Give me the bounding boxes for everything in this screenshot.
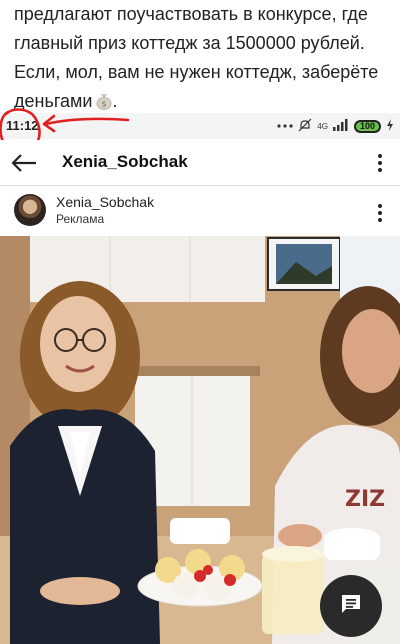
app-header: Xenia_Sobchak xyxy=(0,140,400,186)
status-time: 11:12 xyxy=(6,118,39,133)
post-header: Xenia_Sobchak Реклама xyxy=(0,187,400,235)
chat-icon xyxy=(339,592,363,621)
arrow-left-icon[interactable] xyxy=(10,152,38,174)
dots-icon xyxy=(277,120,293,132)
sponsored-label: Реклама xyxy=(56,212,105,226)
network-label: 4G xyxy=(317,121,328,131)
post-username[interactable]: Xenia_Sobchak xyxy=(56,194,154,210)
more-vert-icon[interactable] xyxy=(372,200,388,226)
caption-line: деньгами $. xyxy=(14,90,118,111)
caption-line: главный приз коттедж за 1500000 рублей. xyxy=(14,33,365,53)
signal-icon xyxy=(332,118,349,134)
mute-icon xyxy=(298,118,312,135)
status-icons: 4G 100 xyxy=(277,117,394,135)
page-title: Xenia_Sobchak xyxy=(62,152,188,171)
battery-icon: 100 xyxy=(353,119,381,133)
charging-icon xyxy=(386,118,394,134)
avatar[interactable] xyxy=(14,194,46,226)
caption-line-text: деньгами xyxy=(14,91,93,111)
svg-text:ZIZ: ZIZ xyxy=(345,487,385,512)
status-bar: 11:12 4G 100 xyxy=(0,113,400,139)
chat-button[interactable] xyxy=(320,575,382,637)
more-vert-icon[interactable] xyxy=(372,150,388,176)
svg-text:$: $ xyxy=(102,100,107,109)
caption-text: предлагают поучаствовать в конкурсе, где… xyxy=(14,0,394,111)
caption-line: предлагают поучаствовать в конкурсе, где xyxy=(14,4,368,24)
caption-line: Если, мол, вам не нужен коттедж, заберёт… xyxy=(14,62,379,82)
battery-level: 100 xyxy=(359,120,375,131)
money-bag-icon: $ xyxy=(96,90,112,110)
